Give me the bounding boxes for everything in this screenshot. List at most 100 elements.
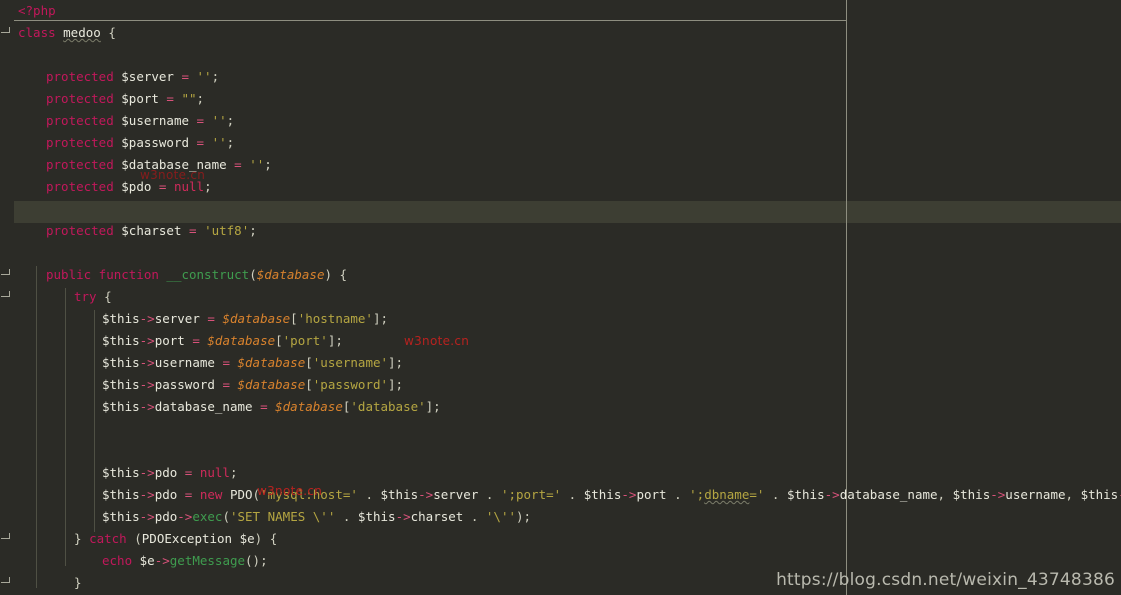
code-line[interactable]: protected $database_name = ''; (46, 154, 272, 176)
code-line[interactable]: <?php (18, 0, 56, 22)
code-line[interactable]: $this->pdo = new PDO('mysql:host=' . $th… (102, 484, 1121, 506)
fold-collapse-icon[interactable] (1, 533, 12, 544)
code-token: class (18, 25, 64, 40)
code-token: '' (211, 135, 227, 150)
code-line[interactable]: } catch (PDOException $e) { (74, 528, 277, 550)
code-token: $server (121, 69, 174, 84)
code-token: = (184, 333, 208, 348)
code-token: dbname (704, 487, 750, 502)
code-token: = (214, 377, 238, 392)
fold-collapse-icon[interactable] (1, 269, 12, 280)
code-token: $this (102, 465, 140, 480)
folding-gutter[interactable] (0, 0, 14, 595)
code-token: protected (46, 113, 122, 128)
fold-collapse-icon[interactable] (1, 27, 12, 38)
code-token: $pdo (121, 179, 152, 194)
code-token: $e (139, 553, 155, 568)
php-open-tag-separator (14, 20, 846, 21)
code-token: = (189, 113, 212, 128)
code-token: $this (102, 333, 140, 348)
code-token: $this (357, 509, 396, 524)
code-line[interactable]: } (74, 572, 82, 594)
code-line[interactable]: $this->pdo = null; (102, 462, 238, 484)
code-token: = (181, 223, 205, 238)
code-line[interactable]: $this->username = $database['username']; (102, 352, 403, 374)
code-token: ; (226, 113, 235, 128)
code-token: = (177, 465, 200, 480)
code-line[interactable]: protected $pdo = null; (46, 176, 212, 198)
code-token: $this (102, 509, 140, 524)
code-token: 'password' (312, 377, 389, 392)
code-line[interactable]: class medoo { (18, 22, 116, 44)
code-token: 'SET NAMES \'' (229, 509, 336, 524)
code-token: 'username' (312, 355, 389, 370)
code-line[interactable]: protected $server = ''; (46, 66, 219, 88)
code-token: -> (621, 487, 637, 502)
code-token: $password (121, 135, 189, 150)
code-token: -> (395, 509, 411, 524)
fold-collapse-icon[interactable] (1, 291, 12, 302)
code-token: username (154, 355, 215, 370)
code-token: ) { (254, 531, 278, 546)
indent-guide-level-1 (36, 266, 37, 588)
site-watermark: w3note.cn (404, 334, 470, 348)
code-token: , (1065, 487, 1081, 502)
code-token: $username (121, 113, 189, 128)
code-line[interactable]: try { (74, 286, 112, 308)
code-line[interactable]: $this->pdo->exec('SET NAMES \'' . $this-… (102, 506, 531, 528)
code-token: ]; (372, 311, 389, 326)
code-token: ; (204, 179, 212, 194)
code-token: database_name (839, 487, 938, 502)
code-token: =' (749, 487, 765, 502)
code-token: $database_name (121, 157, 227, 172)
code-token: $charset (121, 223, 182, 238)
code-token: $database (222, 311, 291, 326)
code-token: . (561, 487, 584, 502)
code-token: = (189, 135, 212, 150)
code-token: charset (410, 509, 464, 524)
code-token: $e (239, 531, 255, 546)
code-token: '\'' (485, 509, 516, 524)
code-token: = (151, 179, 174, 194)
code-token: null (173, 179, 205, 194)
code-token: "" (181, 91, 197, 106)
code-token: pdo (154, 465, 178, 480)
code-token: -> (139, 377, 155, 392)
code-token: . (463, 509, 486, 524)
code-line[interactable]: public function __construct($database) { (46, 264, 347, 286)
code-token: , (937, 487, 953, 502)
code-token: $this (102, 399, 140, 414)
code-token: database_name (154, 399, 253, 414)
code-token: password (154, 377, 215, 392)
code-line[interactable]: echo $e->getMessage(); (102, 550, 268, 572)
code-token: -> (177, 509, 193, 524)
code-token: ; (229, 465, 238, 480)
code-token: -> (139, 399, 155, 414)
code-line[interactable]: protected $password = ''; (46, 132, 234, 154)
code-token: $this (102, 377, 140, 392)
code-token: . (357, 487, 381, 502)
code-line[interactable]: protected $charset = 'utf8'; (46, 220, 257, 242)
fold-collapse-icon[interactable] (1, 577, 12, 588)
code-line[interactable]: $this->port = $database['port']; (102, 330, 343, 352)
code-token: { (100, 25, 116, 40)
code-token: __construct (166, 267, 250, 282)
code-token: = (177, 487, 200, 502)
code-line[interactable]: protected $username = ''; (46, 110, 234, 132)
code-token: . (478, 487, 501, 502)
code-token: $database (237, 355, 306, 370)
code-token: ]; (425, 399, 441, 414)
code-line[interactable]: protected $port = ""; (46, 88, 204, 110)
code-token: ; (264, 157, 272, 172)
code-token: ; (196, 91, 205, 106)
code-token: getMessage (169, 553, 246, 568)
code-line[interactable]: $this->password = $database['password']; (102, 374, 403, 396)
code-editor[interactable]: <?php class medoo { protected $server = ''… (0, 0, 1121, 595)
code-token: protected (46, 69, 122, 84)
code-token: = (214, 355, 238, 370)
code-token: protected (46, 135, 122, 150)
code-token: $database (237, 377, 306, 392)
code-line[interactable]: $this->database_name = $database['databa… (102, 396, 441, 418)
code-line[interactable]: $this->server = $database['hostname']; (102, 308, 388, 330)
